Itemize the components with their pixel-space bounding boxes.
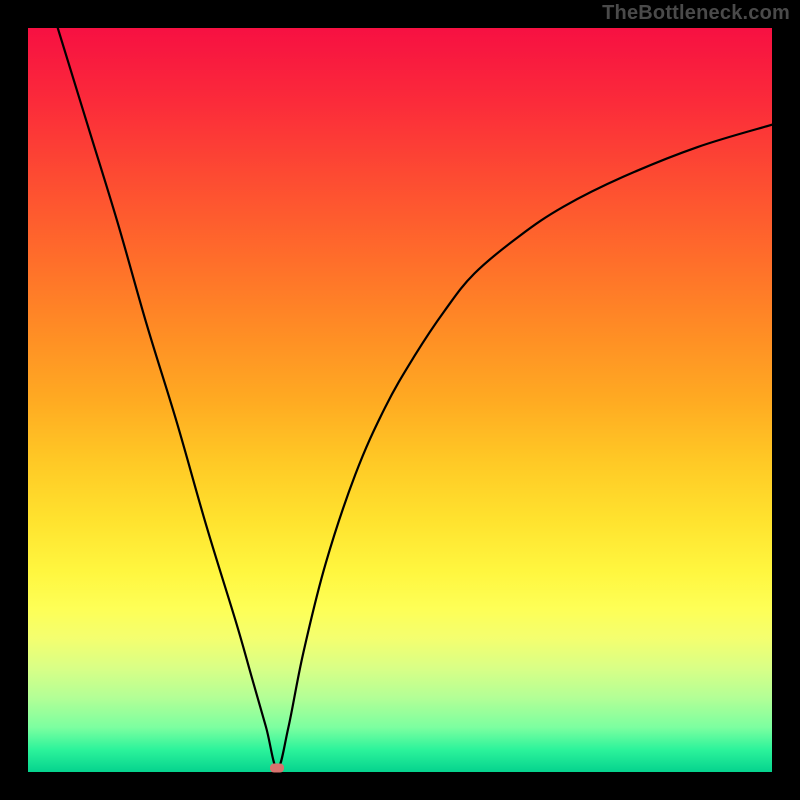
curve-svg xyxy=(28,28,772,772)
chart-frame: TheBottleneck.com xyxy=(0,0,800,800)
bottleneck-curve xyxy=(58,28,772,768)
minimum-marker xyxy=(270,764,284,773)
watermark-text: TheBottleneck.com xyxy=(602,2,790,25)
